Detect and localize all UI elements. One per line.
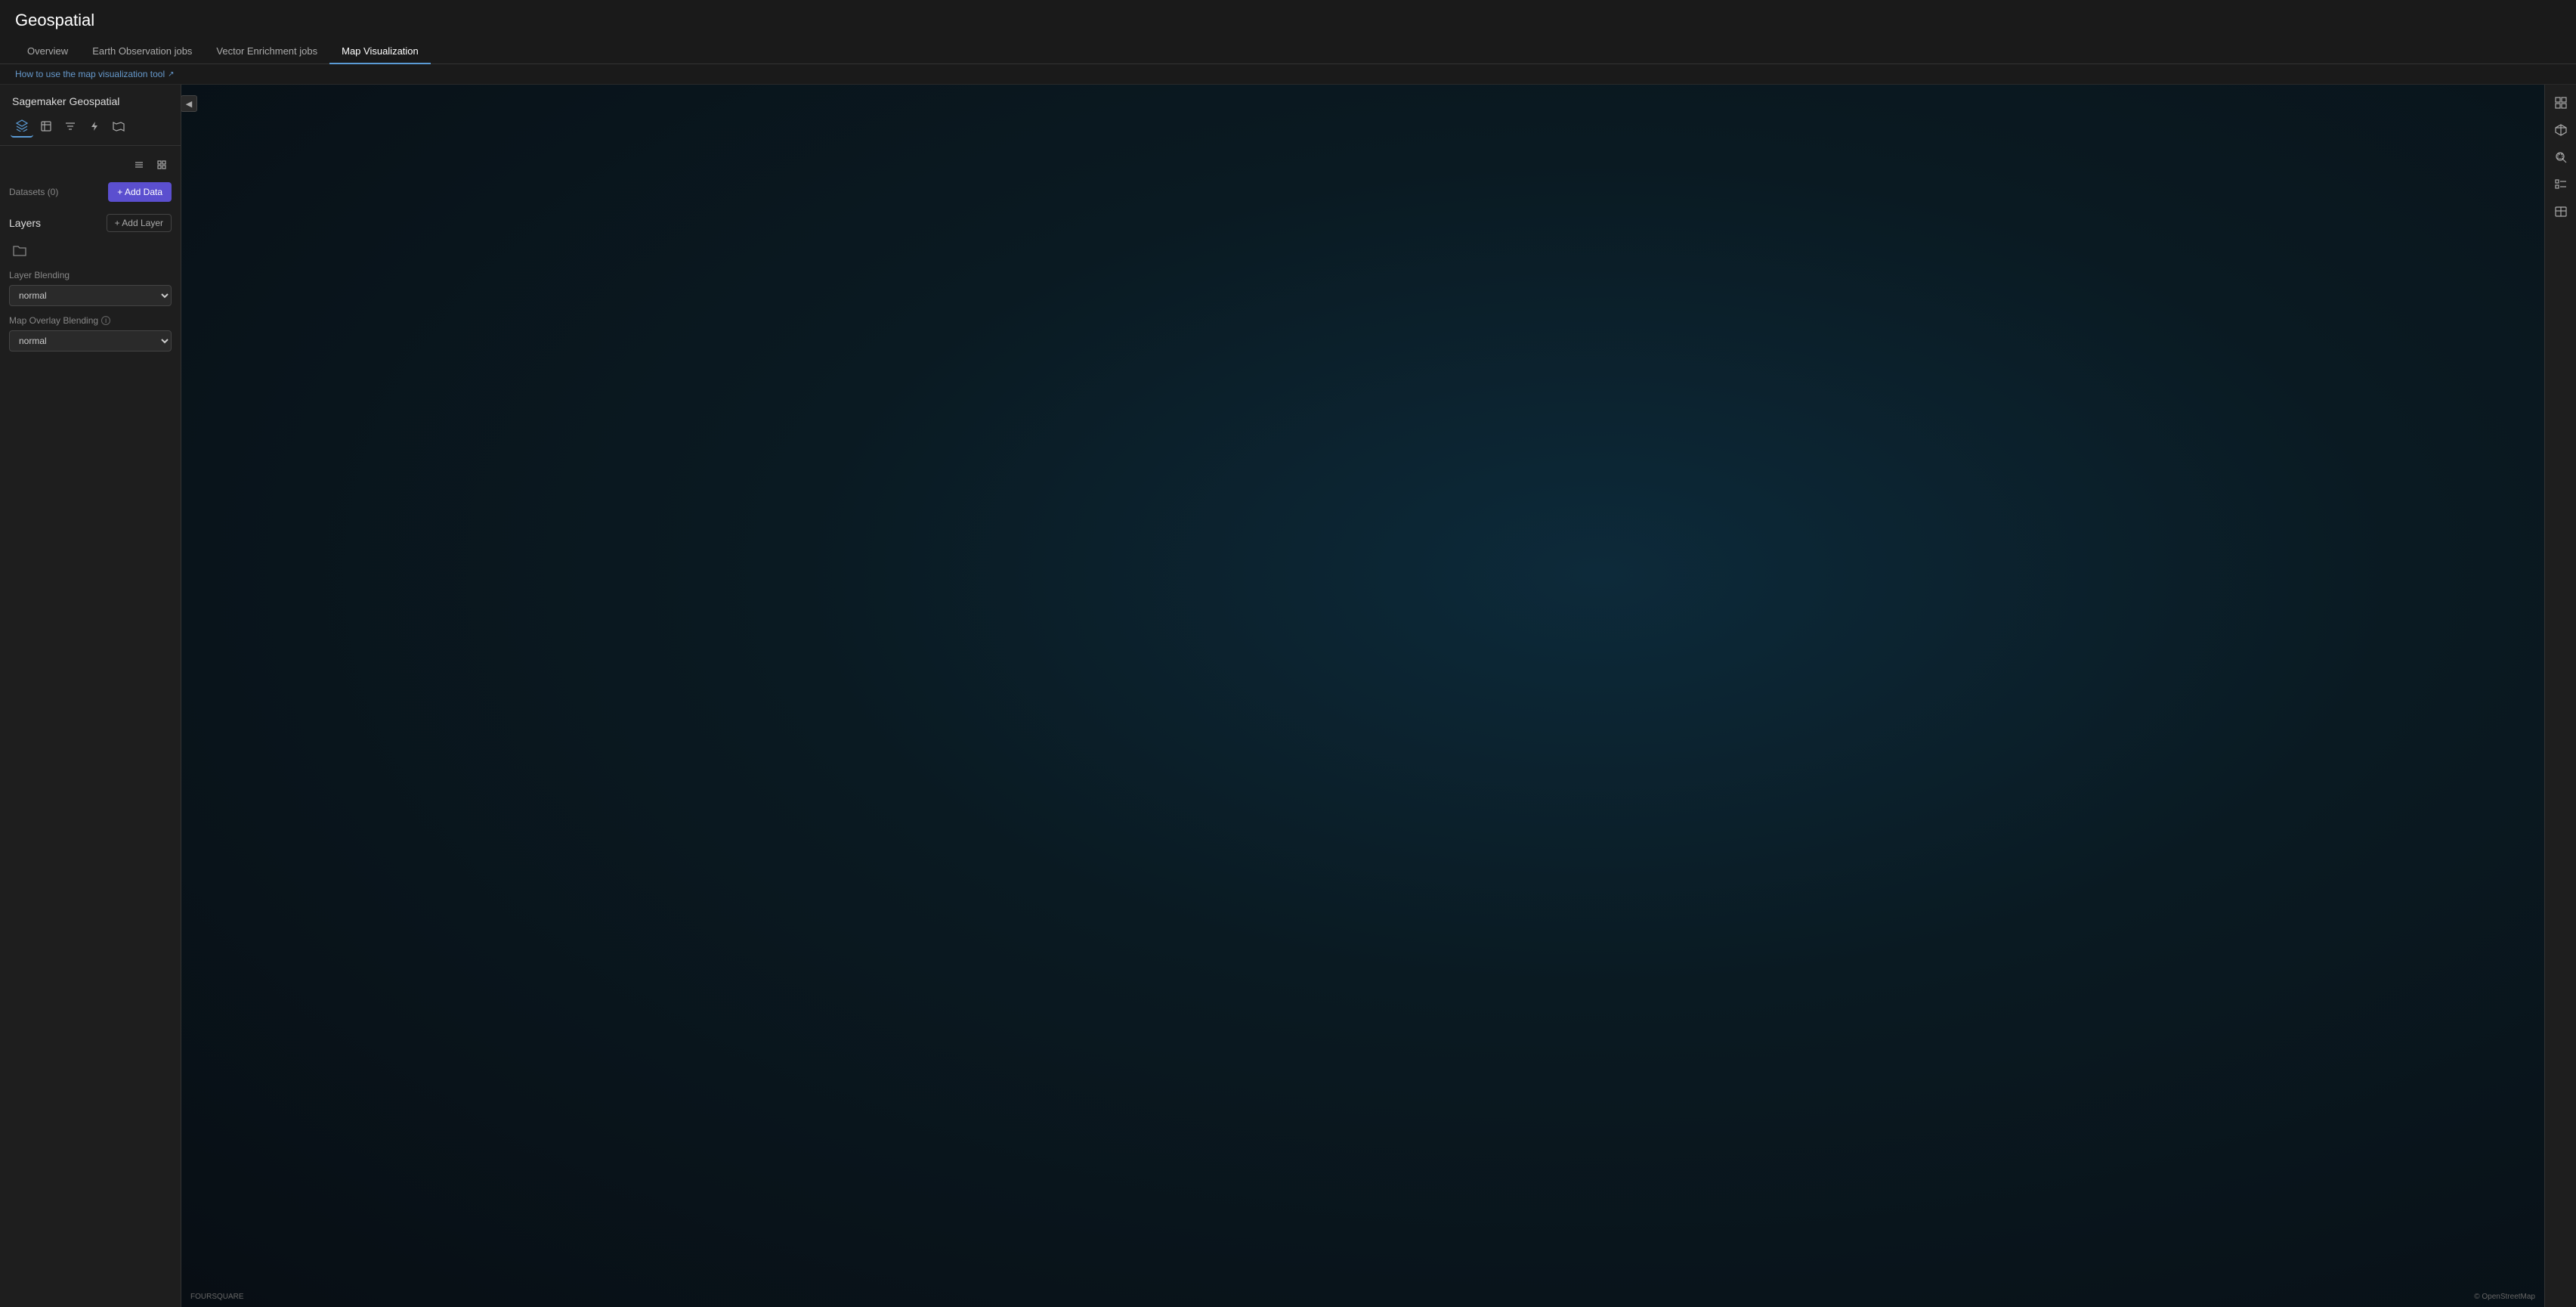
add-data-button[interactable]: + Add Data [108,182,172,202]
sidebar-collapse-button[interactable]: ◀ [181,95,197,112]
map-tab-icon[interactable] [107,115,130,138]
layer-blending-label: Layer Blending [9,270,172,280]
map-overlay-blending-label: Map Overlay Blending i [9,315,172,326]
sidebar-icon-tabs [0,115,181,146]
app-title: Geospatial [15,11,2561,30]
external-link-icon: ↗ [168,70,174,79]
tabs-nav: Overview Earth Observation jobs Vector E… [15,39,2561,63]
cube-tool-button[interactable] [2549,118,2573,142]
layer-blending-select[interactable]: normal screen multiply overlay darken li… [9,285,172,306]
right-toolbar [2544,85,2576,1307]
dataset-tab-icon[interactable] [35,115,57,138]
list-tool-button[interactable] [2549,172,2573,197]
datasets-section: Datasets (0) + Add Data [9,182,172,202]
table-tool-button[interactable] [2549,200,2573,224]
filter-tab-icon[interactable] [59,115,82,138]
grid-view-btn[interactable] [152,155,172,175]
map-overlay-info-icon: i [101,316,110,325]
layers-title: Layers [9,217,41,229]
header: Geospatial Overview Earth Observation jo… [0,0,2576,64]
search-area-tool-button[interactable] [2549,145,2573,169]
main-layout: Sagemaker Geospatial [0,85,2576,1307]
layer-folder-icon [9,240,30,261]
sidebar-title: Sagemaker Geospatial [0,85,181,115]
tab-overview[interactable]: Overview [15,39,80,64]
info-bar-link[interactable]: How to use the map visualization tool [15,69,165,79]
layer-blending-section: Layer Blending normal screen multiply ov… [9,270,172,361]
sidebar: Sagemaker Geospatial [0,85,181,1307]
lightning-tab-icon[interactable] [83,115,106,138]
grid-tool-button[interactable] [2549,91,2573,115]
tab-map-visualization[interactable]: Map Visualization [329,39,431,64]
datasets-label: Datasets (0) [9,187,58,197]
info-bar: How to use the map visualization tool ↗ [0,64,2576,85]
map-overlay-blending-select[interactable]: normal screen multiply overlay darken li… [9,330,172,352]
layers-section: Layers + Add Layer [9,214,172,232]
tab-vector-enrichment[interactable]: Vector Enrichment jobs [204,39,329,64]
list-view-btn[interactable] [129,155,149,175]
tab-earth-observation[interactable]: Earth Observation jobs [80,39,204,64]
add-layer-button[interactable]: + Add Layer [107,214,172,232]
sidebar-content: Datasets (0) + Add Data Layers + Add Lay… [0,146,181,1307]
view-toggle [9,155,172,175]
map-background [181,85,2544,1307]
layers-tab-icon[interactable] [11,115,33,138]
map-area[interactable]: ◀ [181,85,2544,1307]
